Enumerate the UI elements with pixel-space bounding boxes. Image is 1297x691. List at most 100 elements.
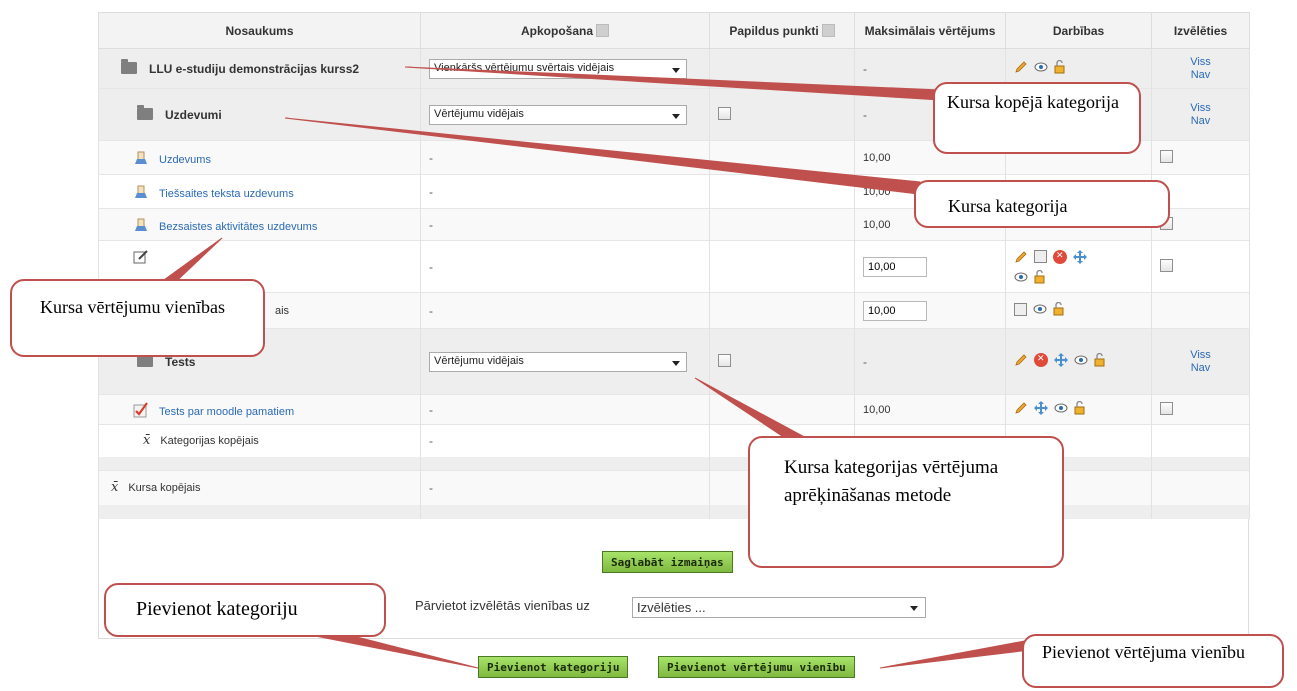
select-all-link[interactable]: Viss [1160,102,1241,115]
aggregation-value: - [420,208,710,241]
select-checkbox[interactable] [1160,258,1173,272]
select-none-link[interactable]: Nav [1160,69,1241,82]
table-row: Tests par moodle pamatiem - 10,00 [98,394,1250,425]
delete-icon[interactable] [1053,249,1067,264]
move-target-value: Izvēlēties ... [637,600,706,615]
unlock-icon[interactable] [1053,302,1064,316]
edit-icon[interactable] [1014,60,1028,74]
eye-icon[interactable] [1033,304,1047,314]
aggregation-select[interactable]: Vērtējumu vidējais [429,351,687,372]
chevron-down-icon [672,113,680,119]
category-name: LLU e-studiju demonstrācijas kurss2 [149,61,360,76]
aggregation-select[interactable]: Vērtējumu vidējais [429,104,687,125]
select-all-link[interactable]: Viss [1160,56,1241,69]
calculator-icon[interactable] [1034,250,1047,263]
select-none-link[interactable]: Nav [1160,115,1241,128]
col-header-actions: Darbības [1005,12,1152,49]
eye-icon[interactable] [1034,62,1048,72]
unlock-icon[interactable] [1054,60,1065,74]
actions [1014,60,1065,74]
actions [1014,353,1114,367]
grade-item-link[interactable]: Bezsaistes aktivitātes uzdevums [159,221,317,233]
select-all-link[interactable]: Viss [1160,349,1241,362]
eye-icon[interactable] [1014,272,1028,282]
aggregation-value: Vērtējumu vidējais [434,107,524,120]
add-grade-item-button[interactable]: Pievienot vērtējumu vienību [658,656,855,678]
unlock-icon[interactable] [1034,269,1045,284]
col-header-name[interactable]: Nosaukums [98,12,421,49]
help-icon[interactable] [596,23,609,37]
folder-icon [121,58,137,74]
edit-icon[interactable] [1014,250,1028,264]
col-header-aggregation: Apkopošana [420,12,710,49]
calculator-icon[interactable] [1014,302,1027,316]
select-all-none: Viss Nav [1160,102,1241,128]
actions [1014,249,1094,284]
edit-icon[interactable] [1014,353,1028,367]
assignment-icon [135,151,147,164]
table-row: x̄ Kategorijas kopējais - [98,424,1250,457]
aggregation-value: - [420,174,710,209]
callout-course-category: Kursa kategorija [914,180,1170,228]
grade-item-link[interactable]: Uzdevums [159,154,211,166]
grade-item-link[interactable]: Tests par moodle pamatiem [159,406,294,418]
assignment-icon [135,218,147,231]
max-grade: 10,00 [854,394,1006,425]
table-row: Tests Vērtējumu vidējais - VissNav [98,328,1250,395]
aggregation-value: - [420,140,710,175]
extra-points-checkbox[interactable] [718,353,731,367]
actions [1014,302,1064,316]
mean-icon: x̄ [111,480,119,496]
table-row [98,504,1250,519]
select-all-none: Viss Nav [1160,349,1241,375]
add-category-button[interactable]: Pievienot kategoriju [478,656,629,678]
aggregation-value: - [420,240,710,293]
col-header-aggregation-label: Apkopošana [520,23,593,38]
chevron-down-icon [672,67,680,73]
callout-add-category: Pievienot kategoriju [104,583,386,637]
callout-calculation-method: Kursa kategorijas vērtējuma aprēķināšana… [748,436,1064,568]
save-changes-button[interactable]: Saglabāt izmaiņas [602,551,733,573]
edit-icon[interactable] [1014,401,1028,415]
chevron-down-icon [672,360,680,366]
col-header-max-grade: Maksimālais vērtējums [854,12,1006,49]
eye-icon[interactable] [1074,355,1088,365]
chevron-down-icon [910,606,918,611]
aggregation-value: Vērtējumu vidējais [434,354,524,367]
table-row: x̄ Kursa kopējais - [98,470,1250,505]
select-checkbox[interactable] [1160,149,1173,163]
aggregation-value: - [420,394,710,425]
table-row: ais - [98,292,1250,329]
aggregation-value: - [420,292,710,329]
mean-icon: x̄ [143,433,151,449]
help-icon[interactable] [821,23,835,37]
col-header-extra-points: Papildus punkti [709,12,855,49]
max-grade-input[interactable] [863,300,927,321]
eye-icon[interactable] [1054,403,1068,413]
aggregation-value: - [420,470,710,505]
unlock-icon[interactable] [1094,353,1105,367]
max-grade: - [854,328,1006,395]
unlock-icon[interactable] [1074,401,1085,415]
callout-pointer [879,639,1031,669]
grade-item-link[interactable]: Tiešsaites teksta uzdevums [159,188,294,200]
total-name: Kursa kopējais [128,482,201,495]
select-none-link[interactable]: Nav [1160,362,1241,375]
aggregation-select[interactable]: Vienkāršs vērtējumu svērtais vidējais [429,58,687,79]
max-grade-input[interactable] [863,256,927,277]
table-row: - [98,240,1250,293]
move-icon[interactable] [1073,249,1087,264]
manual-item-icon [133,250,148,264]
select-checkbox[interactable] [1160,401,1173,415]
select-all-none: Viss Nav [1160,56,1241,82]
move-icon[interactable] [1054,353,1068,367]
move-icon[interactable] [1034,401,1048,415]
col-header-extra-points-label: Papildus punkti [729,23,819,38]
delete-icon[interactable] [1034,353,1048,367]
actions [1014,401,1085,415]
aggregation-value: - [420,424,710,457]
move-target-select[interactable]: Izvēlēties ... [632,597,926,618]
total-name: Kategorijas kopējais [160,435,259,448]
category-name: Uzdevumi [165,107,222,122]
extra-points-checkbox[interactable] [718,106,731,120]
